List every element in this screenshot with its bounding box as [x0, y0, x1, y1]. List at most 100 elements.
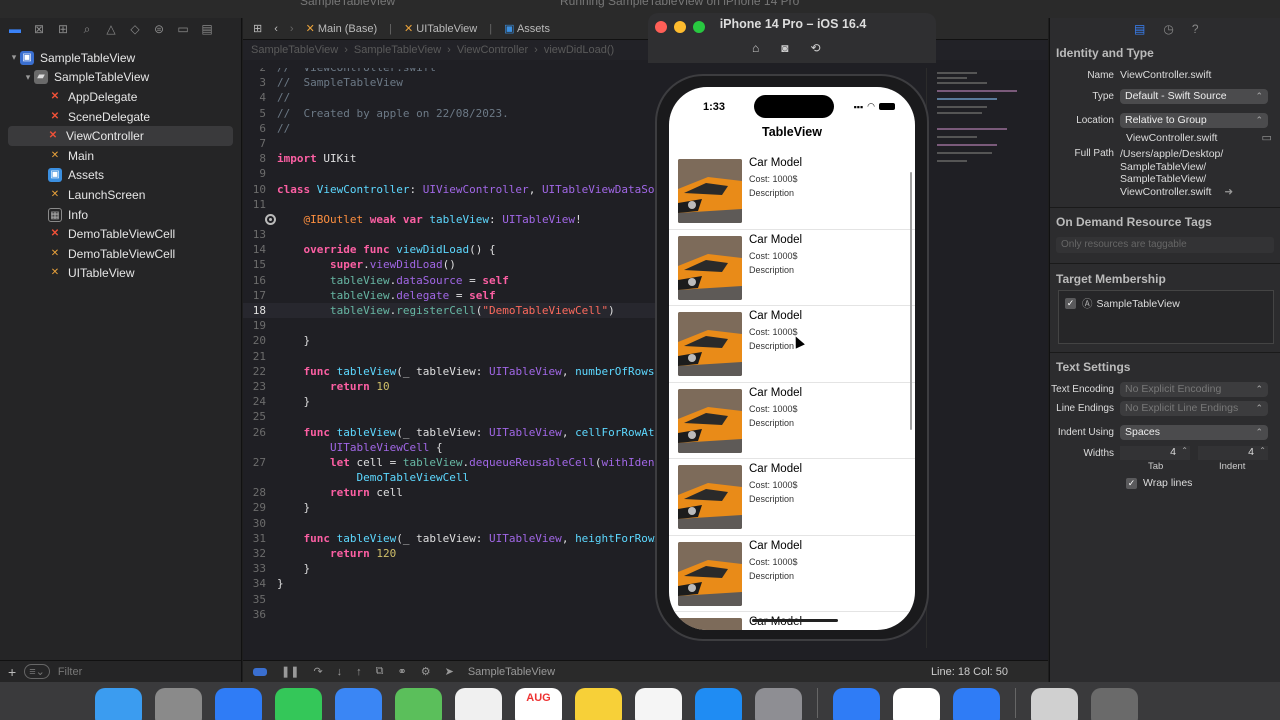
step-out-icon[interactable]: ↑: [356, 666, 362, 678]
home-indicator[interactable]: [752, 619, 838, 622]
safari-icon[interactable]: [215, 688, 262, 720]
nav-item[interactable]: ✕ AppDelegate: [0, 87, 241, 107]
nav-item[interactable]: ✕ Main: [0, 146, 241, 166]
rotate-icon[interactable]: ⟲: [811, 41, 821, 55]
tab-width-field[interactable]: 4 ⌃: [1120, 446, 1190, 460]
nav-item[interactable]: ✕ SceneDelegate: [0, 107, 241, 127]
nav-item[interactable]: ✕ ViewController: [8, 126, 233, 146]
view-hierarchy-icon[interactable]: ⧉: [376, 665, 384, 678]
disclosure-icon[interactable]: ▾: [8, 52, 20, 63]
debug-icon[interactable]: ⊜: [152, 22, 166, 36]
maps-icon[interactable]: [395, 688, 442, 720]
search-icon[interactable]: ⌕: [80, 22, 94, 36]
history-icon[interactable]: ◷: [1163, 22, 1173, 36]
filter-input[interactable]: Filter: [58, 666, 82, 678]
encoding-popup[interactable]: No Explicit Encoding: [1120, 382, 1268, 397]
table-row[interactable]: Car Model Cost: 1000$ Description: [669, 536, 915, 612]
add-icon[interactable]: +: [8, 664, 16, 680]
chrome-icon[interactable]: [893, 688, 940, 720]
launchpad-icon[interactable]: [155, 688, 202, 720]
indent-using-popup[interactable]: Spaces: [1120, 425, 1268, 440]
photos-icon[interactable]: [455, 688, 502, 720]
step-over-icon[interactable]: ↷: [313, 665, 322, 678]
screenshot-icon[interactable]: ◙: [781, 41, 788, 55]
indent-width-field[interactable]: 4 ⌃: [1198, 446, 1268, 460]
type-popup[interactable]: Default - Swift Source: [1120, 89, 1268, 104]
line-endings-popup[interactable]: No Explicit Line Endings: [1120, 401, 1268, 416]
target-checkbox[interactable]: ✓: [1065, 298, 1076, 309]
location-icon[interactable]: ➤: [445, 665, 454, 678]
nav-item[interactable]: ▾ ▰ SampleTableView: [0, 68, 241, 88]
wrap-lines-row[interactable]: ✓ Wrap lines: [1126, 477, 1192, 489]
cell-description: Description: [749, 264, 795, 275]
finder-icon[interactable]: [95, 688, 142, 720]
source-control-icon[interactable]: ⊠: [32, 22, 46, 36]
minimap[interactable]: [926, 68, 1048, 648]
disclosure-icon[interactable]: ▾: [22, 72, 34, 83]
freeform-icon[interactable]: [635, 688, 682, 720]
folder-icon[interactable]: ▭: [1261, 131, 1271, 144]
nav-item-label: DemoTableViewCell: [68, 227, 176, 242]
table-row[interactable]: Car Model Cost: 1000$ Description: [669, 230, 915, 306]
location-popup[interactable]: Relative to Group: [1120, 113, 1268, 128]
messages-icon[interactable]: [275, 688, 322, 720]
nav-item[interactable]: ✕ DemoTableViewCell: [0, 224, 241, 244]
xcode-beta-icon[interactable]: [953, 688, 1000, 720]
table-row[interactable]: Car Model Cost: 1000$ Description: [669, 383, 915, 459]
zoom-button[interactable]: [693, 21, 705, 33]
jump-group[interactable]: SampleTableView: [354, 44, 441, 56]
warning-icon[interactable]: △: [104, 22, 118, 36]
memory-graph-icon[interactable]: ⚭: [398, 665, 407, 678]
mail-icon[interactable]: [335, 688, 382, 720]
report-icon[interactable]: ▤: [200, 22, 214, 36]
dock-separator: [1015, 688, 1016, 718]
close-button[interactable]: [655, 21, 667, 33]
tab-main[interactable]: ✕ Main (Base): [306, 22, 378, 35]
table-row[interactable]: Car Model Cost: 1000$ Description: [669, 153, 915, 230]
jump-project[interactable]: SampleTableView: [251, 44, 338, 56]
app-store-icon[interactable]: [695, 688, 742, 720]
file-icon[interactable]: ▤: [1134, 22, 1145, 36]
nav-item[interactable]: ▣ Assets: [0, 166, 241, 186]
outlet-connection-icon[interactable]: [265, 213, 276, 225]
environment-icon[interactable]: ⚙: [421, 665, 431, 678]
nav-item[interactable]: ✕ UITableView: [0, 264, 241, 284]
settings-icon[interactable]: [755, 688, 802, 720]
table-row[interactable]: Car Model Cost: 1000$ Description: [669, 459, 915, 536]
tab-uitableview[interactable]: ✕ UITableView: [404, 22, 477, 35]
nav-item[interactable]: ▾ ▣ SampleTableView: [0, 48, 241, 68]
test-icon[interactable]: ◇: [128, 22, 142, 36]
grid-icon[interactable]: ⊞: [253, 22, 262, 35]
name-field[interactable]: ViewController.swift: [1120, 69, 1211, 81]
notes-icon[interactable]: [575, 688, 622, 720]
trash-icon[interactable]: [1091, 688, 1138, 720]
step-in-icon[interactable]: ↓: [337, 666, 343, 678]
wrap-lines-checkbox[interactable]: ✓: [1126, 477, 1137, 489]
console-toggle-icon[interactable]: [253, 667, 267, 676]
jump-method[interactable]: viewDidLoad(): [544, 44, 614, 56]
xcode-icon[interactable]: [833, 688, 880, 720]
target-row[interactable]: ✓ Ⓐ SampleTableView: [1065, 296, 1180, 311]
image-file-icon[interactable]: [1031, 688, 1078, 720]
reveal-arrow-icon[interactable]: ➜: [1224, 186, 1233, 198]
symbol-icon[interactable]: ⊞: [56, 22, 70, 36]
minimize-button[interactable]: [674, 21, 686, 33]
scroll-indicator[interactable]: [910, 172, 912, 430]
cell-description: Description: [749, 494, 795, 504]
filter-icon[interactable]: ≡⌄: [24, 664, 50, 679]
back-icon[interactable]: ‹: [274, 23, 278, 35]
breakpoint-icon[interactable]: ▭: [176, 22, 190, 36]
scheme-label[interactable]: SampleTableView: [468, 666, 555, 678]
tab-assets[interactable]: ▣ Assets: [504, 22, 550, 35]
pause-icon[interactable]: ❚❚: [281, 665, 299, 678]
nav-item[interactable]: ▦ Info: [0, 205, 241, 225]
help-icon[interactable]: ?: [1192, 22, 1199, 36]
folder-icon[interactable]: ▬: [8, 22, 22, 36]
jump-file[interactable]: ViewController: [457, 44, 528, 56]
table-row[interactable]: Car Model Cost: 1000$ Description: [669, 306, 915, 383]
forward-icon[interactable]: ›: [290, 23, 294, 35]
nav-item[interactable]: ✕ LaunchScreen: [0, 185, 241, 205]
home-icon[interactable]: ⌂: [752, 41, 759, 55]
nav-item[interactable]: ✕ DemoTableViewCell: [0, 244, 241, 264]
calendar-icon[interactable]: AUG: [515, 688, 562, 720]
